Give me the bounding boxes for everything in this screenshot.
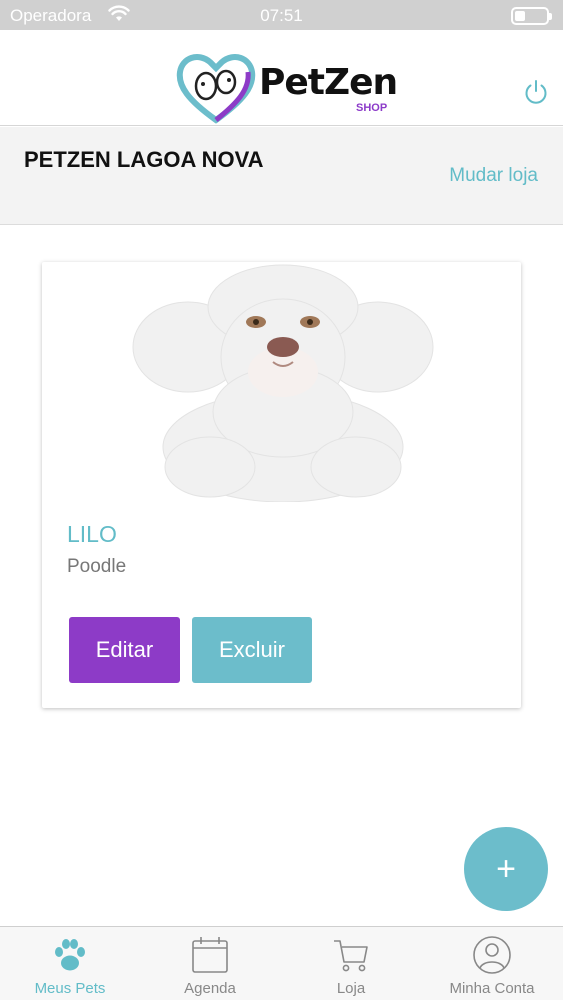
store-name: PETZEN LAGOA NOVA	[24, 147, 264, 172]
add-pet-button[interactable]: +	[464, 827, 548, 911]
pet-name: LILO	[67, 521, 117, 547]
bottom-tab-bar: Meus Pets Agenda Loja Minha Conta	[0, 926, 563, 1000]
logo-subtext: SHOP	[356, 102, 388, 114]
petzen-logo: PetZen SHOP	[176, 52, 398, 124]
store-bar: PETZEN LAGOA NOVA Mudar loja	[0, 127, 563, 225]
tab-label: Loja	[336, 980, 366, 997]
pet-breed: Poodle	[67, 556, 127, 577]
power-icon[interactable]	[522, 78, 550, 106]
tab-minha-conta[interactable]: Minha Conta	[422, 927, 562, 1000]
clock: 07:51	[260, 6, 303, 25]
paw-icon	[55, 939, 85, 971]
cart-icon	[334, 940, 368, 972]
tab-label: Meus Pets	[34, 980, 106, 997]
delete-button[interactable]: Excluir	[192, 617, 312, 683]
logo-text: PetZen	[259, 62, 398, 103]
pet-card: LILO Poodle Editar Excluir	[42, 262, 521, 708]
tab-label: Agenda	[184, 980, 236, 997]
edit-button[interactable]: Editar	[69, 617, 180, 683]
tab-agenda[interactable]: Agenda	[140, 927, 280, 1000]
status-bar: Operadora 07:51	[0, 0, 563, 30]
app-header: PetZen SHOP	[0, 30, 563, 126]
tab-meus-pets[interactable]: Meus Pets	[0, 927, 140, 1000]
heart-pets-logo-icon	[176, 54, 256, 124]
tab-loja[interactable]: Loja	[281, 927, 421, 1000]
battery-icon	[511, 7, 552, 25]
tab-label: Minha Conta	[449, 980, 535, 997]
change-store-link[interactable]: Mudar loja	[449, 165, 538, 187]
calendar-icon	[192, 937, 228, 973]
pet-photo	[132, 264, 434, 502]
user-icon	[473, 936, 511, 974]
